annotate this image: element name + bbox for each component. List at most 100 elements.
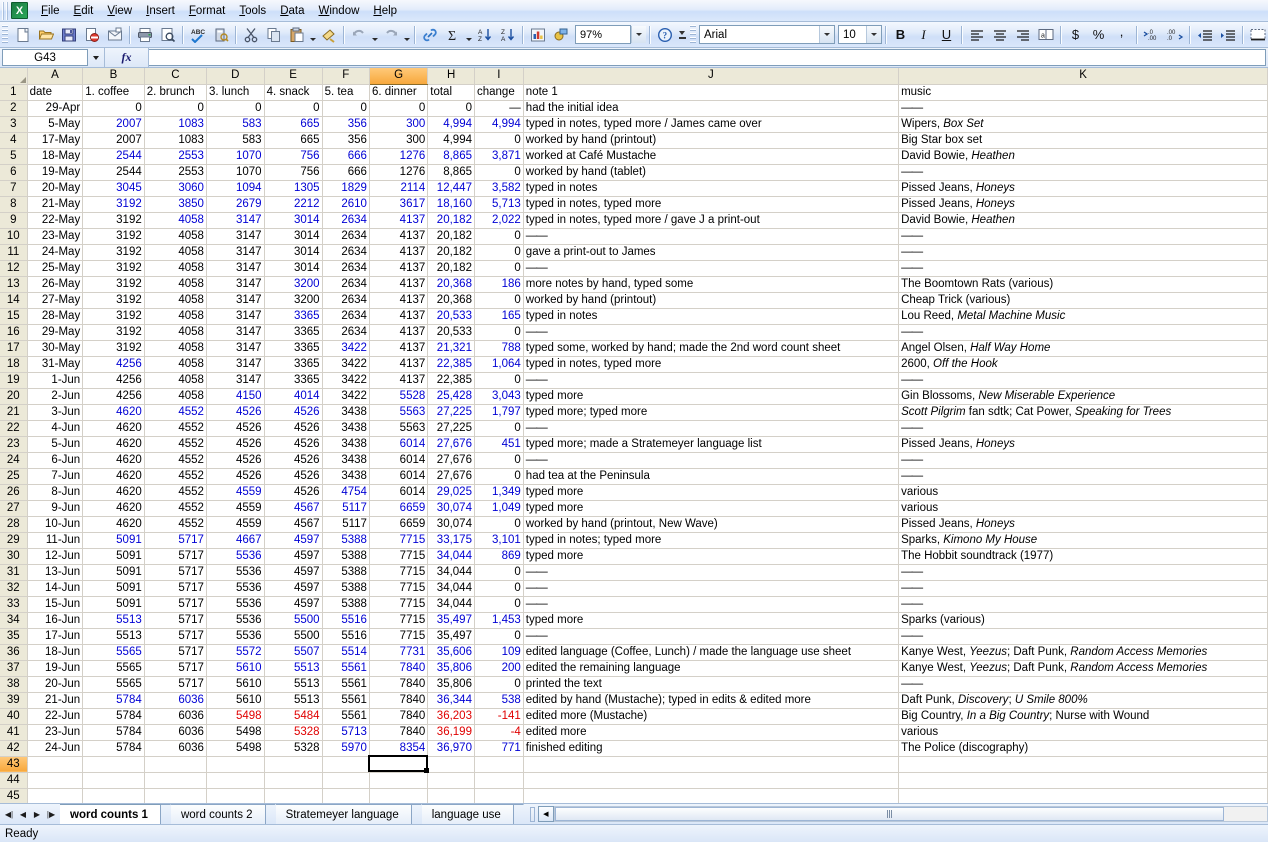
cell-E30[interactable]: 4597 <box>264 548 323 565</box>
cell-H14[interactable]: 20,368 <box>427 292 475 309</box>
menu-insert[interactable]: Insert <box>139 3 182 19</box>
cell-J45[interactable] <box>523 788 900 803</box>
cell-H10[interactable]: 20,182 <box>427 228 475 245</box>
cell-D38[interactable]: 5610 <box>206 676 265 693</box>
cell-K8[interactable]: Pissed Jeans, Honeys <box>898 196 1268 213</box>
row-header-40[interactable]: 40 <box>0 708 28 725</box>
cell-H32[interactable]: 34,044 <box>427 580 475 597</box>
currency-button[interactable]: $ <box>1064 24 1087 46</box>
cell-B30[interactable]: 5091 <box>82 548 145 565</box>
cell-K30[interactable]: The Hobbit soundtrack (1977) <box>898 548 1268 565</box>
cell-I21[interactable]: 1,797 <box>473 404 524 421</box>
cell-F15[interactable]: 2634 <box>322 308 370 325</box>
cell-H27[interactable]: 30,074 <box>427 500 475 517</box>
cell-F19[interactable]: 3422 <box>322 372 370 389</box>
cell-D34[interactable]: 5536 <box>206 612 265 629</box>
cell-E34[interactable]: 5500 <box>264 612 323 629</box>
cell-E21[interactable]: 4526 <box>264 404 323 421</box>
cell-G38[interactable]: 7840 <box>369 676 429 693</box>
row-header-32[interactable]: 32 <box>0 580 28 597</box>
cell-B19[interactable]: 4256 <box>82 372 145 389</box>
cell-B11[interactable]: 3192 <box>82 244 145 261</box>
cell-C21[interactable]: 4552 <box>144 404 207 421</box>
cell-A17[interactable]: 30-May <box>27 340 84 357</box>
cell-I18[interactable]: 1,064 <box>473 356 524 373</box>
cell-G6[interactable]: 1276 <box>369 164 429 181</box>
cell-G18[interactable]: 4137 <box>369 356 429 373</box>
cell-I37[interactable]: 200 <box>473 660 524 677</box>
zoom-dropdown-icon[interactable] <box>631 26 646 43</box>
cell-D13[interactable]: 3147 <box>206 276 265 293</box>
cell-K32[interactable]: —— <box>898 580 1268 597</box>
cell-C44[interactable] <box>144 772 207 789</box>
cell-K43[interactable] <box>898 756 1268 773</box>
cell-H1[interactable]: total <box>427 84 475 101</box>
cell-C33[interactable]: 5717 <box>144 596 207 613</box>
redo-icon[interactable] <box>379 24 402 46</box>
cell-E6[interactable]: 756 <box>264 164 323 181</box>
cell-H8[interactable]: 18,160 <box>427 196 475 213</box>
cell-D33[interactable]: 5536 <box>206 596 265 613</box>
cell-F31[interactable]: 5388 <box>322 564 370 581</box>
cell-H45[interactable] <box>427 788 475 803</box>
cell-I39[interactable]: 538 <box>473 692 524 709</box>
cell-C7[interactable]: 3060 <box>144 180 207 197</box>
cell-E16[interactable]: 3365 <box>264 324 323 341</box>
cell-I44[interactable] <box>473 772 524 789</box>
cell-G10[interactable]: 4137 <box>369 228 429 245</box>
cell-B45[interactable] <box>82 788 145 803</box>
cell-K21[interactable]: Scott Pilgrim fan sdtk; Cat Power, Speak… <box>898 404 1268 421</box>
column-header-B[interactable]: B <box>82 68 145 85</box>
cell-G9[interactable]: 4137 <box>369 212 429 229</box>
row-header-23[interactable]: 23 <box>0 436 28 453</box>
align-right-button[interactable] <box>1011 24 1034 46</box>
cell-H21[interactable]: 27,225 <box>427 404 475 421</box>
cell-A10[interactable]: 23-May <box>27 228 84 245</box>
sort-ascending-icon[interactable]: AZ <box>473 24 496 46</box>
cell-C43[interactable] <box>144 756 207 773</box>
cell-D35[interactable]: 5536 <box>206 628 265 645</box>
cell-F33[interactable]: 5388 <box>322 596 370 613</box>
toolbar-overflow-icon[interactable] <box>676 24 688 46</box>
cell-J28[interactable]: worked by hand (printout, New Wave) <box>523 516 900 533</box>
row-header-39[interactable]: 39 <box>0 692 28 709</box>
cell-H44[interactable] <box>427 772 475 789</box>
cell-G17[interactable]: 4137 <box>369 340 429 357</box>
cell-E9[interactable]: 3014 <box>264 212 323 229</box>
cut-icon[interactable] <box>239 24 262 46</box>
cell-A41[interactable]: 23-Jun <box>27 724 84 741</box>
cell-G2[interactable]: 0 <box>369 100 429 117</box>
cell-C34[interactable]: 5717 <box>144 612 207 629</box>
cell-B34[interactable]: 5513 <box>82 612 145 629</box>
cell-J35[interactable]: —— <box>523 628 900 645</box>
cell-J10[interactable]: —— <box>523 228 900 245</box>
row-header-2[interactable]: 2 <box>0 100 28 117</box>
cell-K15[interactable]: Lou Reed, Metal Machine Music <box>898 308 1268 325</box>
row-header-44[interactable]: 44 <box>0 772 28 789</box>
cell-E33[interactable]: 4597 <box>264 596 323 613</box>
copy-icon[interactable] <box>262 24 285 46</box>
cell-H5[interactable]: 8,865 <box>427 148 475 165</box>
cell-B18[interactable]: 4256 <box>82 356 145 373</box>
cell-G27[interactable]: 6659 <box>369 500 429 517</box>
cell-J37[interactable]: edited the remaining language <box>523 660 900 677</box>
cell-A37[interactable]: 19-Jun <box>27 660 84 677</box>
cell-D7[interactable]: 1094 <box>206 180 265 197</box>
research-icon[interactable] <box>209 24 232 46</box>
cell-F38[interactable]: 5561 <box>322 676 370 693</box>
cell-F4[interactable]: 356 <box>322 132 370 149</box>
cell-I16[interactable]: 0 <box>473 324 524 341</box>
cell-B43[interactable] <box>82 756 145 773</box>
cell-K45[interactable] <box>898 788 1268 803</box>
cell-C27[interactable]: 4552 <box>144 500 207 517</box>
row-header-25[interactable]: 25 <box>0 468 28 485</box>
cell-C18[interactable]: 4058 <box>144 356 207 373</box>
cell-D5[interactable]: 1070 <box>206 148 265 165</box>
cell-H11[interactable]: 20,182 <box>427 244 475 261</box>
cell-I11[interactable]: 0 <box>473 244 524 261</box>
cell-D36[interactable]: 5572 <box>206 644 265 661</box>
cell-C25[interactable]: 4552 <box>144 468 207 485</box>
cell-K2[interactable]: —— <box>898 100 1268 117</box>
cell-A7[interactable]: 20-May <box>27 180 84 197</box>
cell-B2[interactable]: 0 <box>82 100 145 117</box>
